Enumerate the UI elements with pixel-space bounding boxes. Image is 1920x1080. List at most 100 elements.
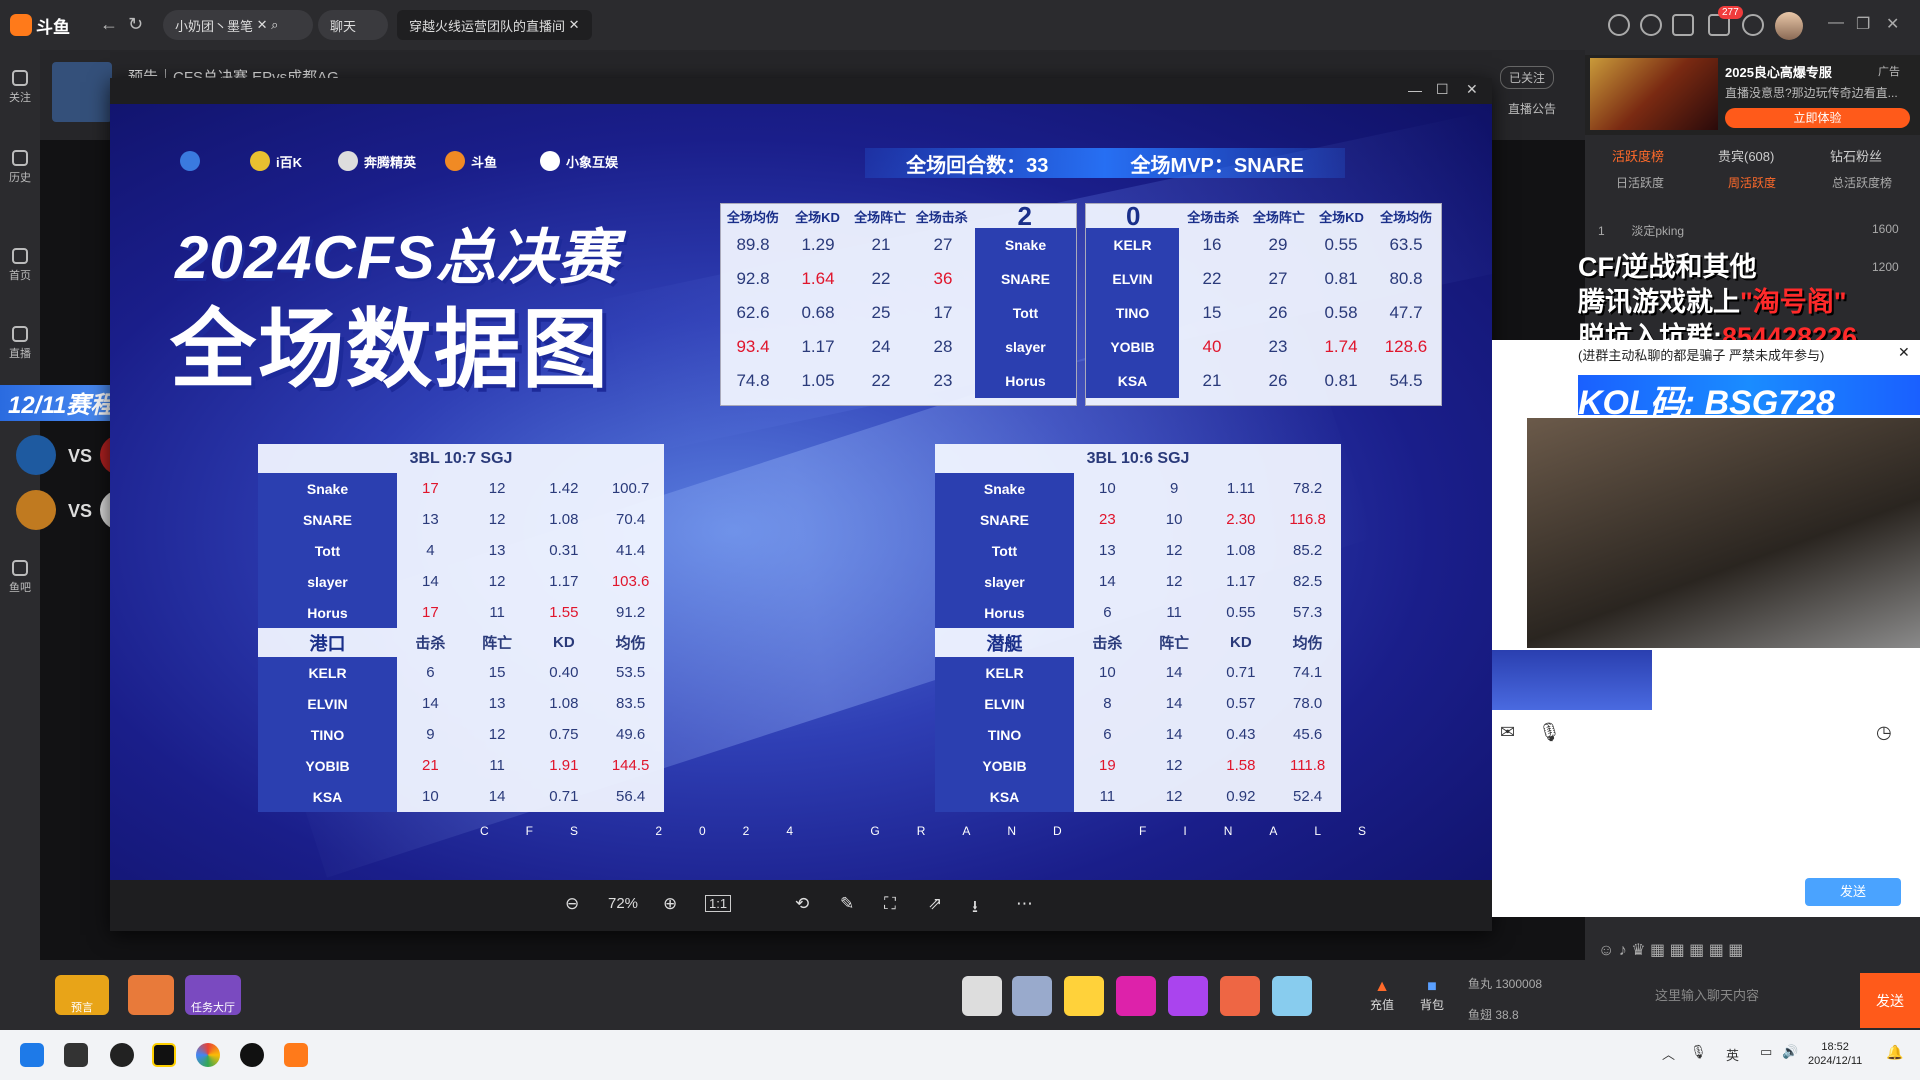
- edit-icon[interactable]: ✎: [840, 894, 854, 914]
- app-icon-2[interactable]: [152, 1043, 176, 1067]
- system-clock[interactable]: 18:52 2024/12/11: [1808, 1040, 1862, 1068]
- ad-cta-button[interactable]: 立即体验: [1725, 108, 1910, 128]
- tab-xiaonaituan[interactable]: 小奶团丶墨笔 ✕ ⌕: [163, 10, 313, 40]
- nav-home[interactable]: 首页: [0, 248, 40, 283]
- stat-cell: 0.55: [1226, 604, 1256, 621]
- chat-send-button[interactable]: 发送: [1860, 973, 1920, 1028]
- start-icon[interactable]: [20, 1043, 44, 1067]
- qq-icon[interactable]: [240, 1043, 264, 1067]
- stat-cell: 0.31: [549, 542, 579, 559]
- network-icon[interactable]: ▭: [1760, 1044, 1772, 1060]
- task-icon[interactable]: [1672, 14, 1694, 36]
- popup-close-icon[interactable]: ✕: [1898, 344, 1910, 361]
- more-icon[interactable]: ⋯: [1016, 894, 1033, 914]
- stat-cell: 0.71: [549, 788, 579, 805]
- refresh-icon[interactable]: ↻: [128, 14, 143, 35]
- gift-box-icon[interactable]: [128, 975, 174, 1015]
- clock-icon[interactable]: ◷: [1876, 722, 1892, 743]
- rotate-icon[interactable]: ⟲: [795, 894, 809, 914]
- subtab-weekly[interactable]: 周活跃度: [1728, 174, 1776, 191]
- settings-icon[interactable]: [1742, 14, 1764, 36]
- envelope-icon[interactable]: ✉: [1500, 722, 1515, 743]
- stat-cell: 13: [488, 695, 506, 712]
- follow-button[interactable]: 已关注: [1500, 66, 1555, 89]
- stat-cell: 57.3: [1293, 604, 1323, 621]
- task-hall-button[interactable]: 任务大厅: [185, 975, 241, 1015]
- tab-diamond-fans[interactable]: 钻石粉丝: [1830, 146, 1882, 165]
- gift-item-1[interactable]: [962, 976, 1002, 1016]
- gift-item-6[interactable]: [1220, 976, 1260, 1016]
- notification-bell-icon[interactable]: 🔔: [1886, 1044, 1903, 1061]
- viewer-close-icon[interactable]: ✕: [1466, 81, 1478, 98]
- player-name: Snake: [975, 228, 1076, 262]
- team-logo-3bl: [16, 435, 56, 475]
- stat-cell: 6: [1103, 726, 1112, 743]
- player-name: Snake: [935, 473, 1074, 504]
- player-name: YOBIB: [258, 750, 397, 781]
- image-thumbnail[interactable]: [1492, 650, 1652, 710]
- emoji-toolbar[interactable]: ☺ ♪ ♛ ▦ ▦ ▦ ▦ ▦: [1598, 940, 1858, 964]
- close-icon[interactable]: ✕: [1886, 14, 1899, 34]
- douyu-app-icon[interactable]: [284, 1043, 308, 1067]
- back-icon[interactable]: ←: [100, 14, 118, 35]
- nav-fishbar[interactable]: 鱼吧: [0, 560, 40, 595]
- history-icon[interactable]: [1608, 14, 1630, 36]
- chat-input[interactable]: 这里输入聊天内容: [1655, 985, 1855, 1004]
- chrome-icon[interactable]: [196, 1043, 220, 1067]
- recharge-button[interactable]: ▲ 充值: [1370, 978, 1394, 1013]
- gift-item-7[interactable]: [1272, 976, 1312, 1016]
- announce-link[interactable]: 直播公告: [1508, 100, 1556, 117]
- nav-live[interactable]: 直播: [0, 326, 40, 361]
- stat-cell: 40: [1202, 337, 1222, 356]
- send-button[interactable]: 发送: [1805, 878, 1901, 906]
- zoom-out-icon[interactable]: ⊖: [565, 894, 579, 914]
- stat-cell: 23: [1268, 337, 1288, 356]
- table-row: 92.8 1.64 22 36 SNARE: [721, 262, 1076, 296]
- subtab-daily[interactable]: 日活跃度: [1616, 174, 1664, 191]
- viewer-maximize-icon[interactable]: ☐: [1436, 81, 1449, 98]
- subtab-total[interactable]: 总活跃度榜: [1832, 174, 1892, 191]
- stat-cell: 54.5: [1389, 371, 1423, 390]
- heart-icon[interactable]: [1640, 14, 1662, 36]
- table-row: ELVIN 22 27 0.81 80.8: [1086, 262, 1441, 296]
- nav-history[interactable]: 历史: [0, 150, 40, 185]
- gift-item-4[interactable]: [1116, 976, 1156, 1016]
- actual-size-button[interactable]: 1:1: [705, 895, 732, 912]
- stat-cell: 1.55: [549, 604, 579, 621]
- tray-mic-icon[interactable]: 🎙: [1690, 1044, 1707, 1060]
- ime-indicator[interactable]: 英: [1726, 1045, 1739, 1064]
- ad-image[interactable]: [1590, 58, 1718, 130]
- rank-row[interactable]: 1 淡定pking: [1598, 222, 1684, 239]
- player-name: KSA: [258, 781, 397, 812]
- tab-chat[interactable]: 聊天: [318, 10, 388, 40]
- taskview-icon[interactable]: [64, 1043, 88, 1067]
- stat-cell: 29: [1268, 235, 1288, 254]
- minimize-icon[interactable]: —: [1828, 14, 1844, 32]
- restore-icon[interactable]: ❐: [1856, 14, 1870, 34]
- mic-icon[interactable]: 🎙: [1538, 722, 1561, 743]
- stat-cell: 10: [1099, 664, 1116, 681]
- stat-cell: 12: [1165, 757, 1183, 774]
- zoom-in-icon[interactable]: ⊕: [663, 894, 677, 914]
- tab-activity-rank[interactable]: 活跃度榜: [1612, 146, 1664, 165]
- user-avatar[interactable]: [1775, 12, 1803, 40]
- tab-cf-stream[interactable]: 穿越火线运营团队的直播间 ✕: [397, 10, 592, 40]
- volume-icon[interactable]: 🔊: [1782, 1044, 1798, 1060]
- app-icon-1[interactable]: [110, 1043, 134, 1067]
- nav-follow[interactable]: 关注: [0, 70, 40, 105]
- bag-button[interactable]: ■ 背包: [1420, 978, 1444, 1013]
- gift-item-2[interactable]: [1012, 976, 1052, 1016]
- prophecy-button[interactable]: 预言: [55, 975, 109, 1015]
- kol-code-banner: KOL码: BSG728: [1578, 375, 1920, 422]
- gift-item-3[interactable]: [1064, 976, 1104, 1016]
- streamer-avatar[interactable]: [52, 62, 112, 122]
- stat-cell: 1.29: [801, 235, 835, 254]
- gift-item-5[interactable]: [1168, 976, 1208, 1016]
- tray-chevron-icon[interactable]: ︿: [1662, 1044, 1675, 1063]
- download-icon[interactable]: ⭳: [972, 894, 978, 923]
- tab-vip[interactable]: 贵宾(608): [1718, 146, 1774, 165]
- share-icon[interactable]: ⇗: [928, 894, 942, 914]
- viewer-minimize-icon[interactable]: —: [1408, 82, 1422, 98]
- crop-icon[interactable]: ⛶: [884, 894, 896, 914]
- douyu-logo[interactable]: 斗鱼: [10, 12, 76, 38]
